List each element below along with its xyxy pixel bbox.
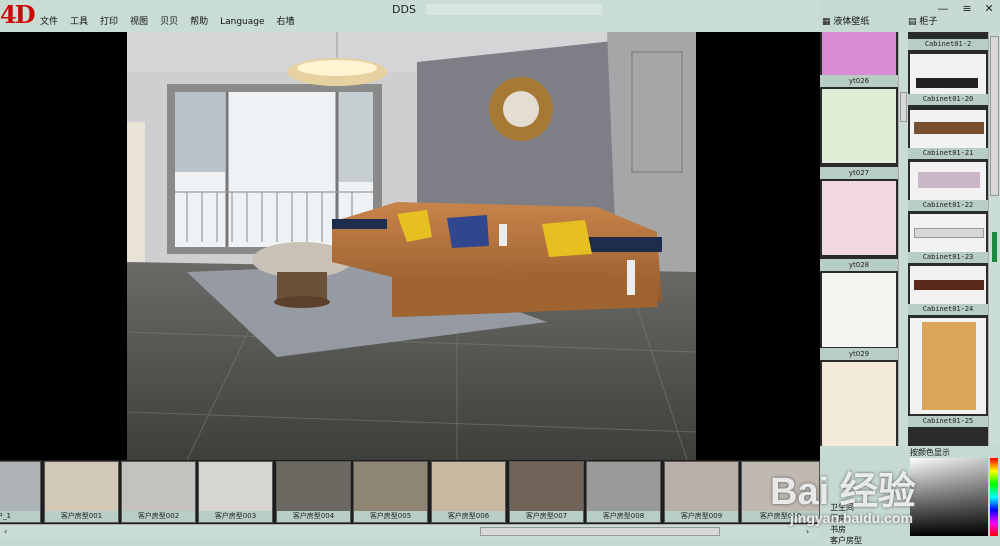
cabinet-thumb[interactable]	[910, 162, 986, 202]
cabinet-thumb[interactable]	[910, 266, 986, 306]
cabinet-label: Cabinet01-23	[908, 252, 988, 263]
wallpaper-panel-header: ▦ 液体壁纸	[820, 14, 904, 32]
room-tile[interactable]: 客户房型002	[121, 461, 196, 523]
scroll-indicator	[992, 232, 997, 262]
cabinet-thumb[interactable]	[910, 54, 986, 94]
cabinet-label: Cabinet01-24	[908, 304, 988, 315]
menu-bar: 文件 工具 打印 视图 贝贝 帮助 Language 右墙	[40, 16, 307, 28]
menu-language[interactable]: Language	[220, 16, 270, 28]
room-tile[interactable]: 客户房型007	[509, 461, 584, 523]
cabinet-label: Cabinet01-2	[908, 39, 988, 50]
menu-right-wall[interactable]: 右墙	[277, 16, 301, 28]
cabinet-list[interactable]: Cabinet01-2 Cabinet01-20 Cabinet01-21 Ca…	[908, 32, 988, 446]
menu-tools[interactable]: 工具	[70, 16, 94, 28]
wallpaper-label: yt028	[820, 259, 898, 271]
room-scroll-thumb[interactable]	[480, 527, 720, 536]
wallpaper-label: yt026	[820, 75, 898, 87]
living-room-scene	[127, 32, 696, 460]
cabinet-label: Cabinet01-20	[908, 94, 988, 105]
hue-slider[interactable]	[990, 458, 998, 536]
wallpaper-thumb[interactable]	[822, 273, 896, 347]
cabinet-thumb[interactable]	[910, 318, 986, 414]
color-panel: 按颜色显示	[908, 446, 1000, 538]
app-logo: 4D	[0, 0, 36, 29]
room-tile[interactable]: 客户房型004	[276, 461, 351, 523]
wallpaper-label: yt029	[820, 348, 898, 360]
room-label: 客户房型006	[432, 511, 505, 522]
window-title: DDS	[392, 3, 416, 16]
watermark-url: jingyan.baidu.com	[790, 510, 913, 526]
room-label: 客户房型002	[122, 511, 195, 522]
cabinet-label: Cabinet01-22	[908, 200, 988, 211]
room-tile[interactable]: 客户房型008	[586, 461, 661, 523]
wallpaper-icon: ▦	[822, 17, 831, 27]
cabinet-label: Cabinet01-25	[908, 416, 988, 427]
color-picker[interactable]	[910, 458, 988, 536]
wallpaper-list[interactable]: yt026 yt027 yt028 yt029	[820, 32, 898, 446]
wallpaper-thumb[interactable]	[822, 181, 896, 255]
menu-help[interactable]: 帮助	[190, 16, 214, 28]
room-label: 客户房型004	[277, 511, 350, 522]
room-label: 客户房型003	[199, 511, 272, 522]
room-label: 客户房型009	[665, 511, 738, 522]
room-tile[interactable]: 客户房型005	[353, 461, 428, 523]
cabinet-panel-title: 柜子	[919, 17, 938, 27]
menu-file[interactable]: 文件	[40, 16, 64, 28]
wallpaper-thumb[interactable]	[822, 362, 896, 446]
scroll-right-icon[interactable]: ›	[806, 527, 816, 536]
wallpaper-scroll-thumb[interactable]	[900, 92, 907, 122]
cabinet-icon: ▤	[908, 17, 917, 27]
room-scrollbar[interactable]: ‹ ›	[0, 524, 820, 538]
wallpaper-scrollbar[interactable]	[898, 32, 908, 446]
color-panel-title: 按颜色显示	[910, 448, 950, 457]
cabinet-scroll-thumb[interactable]	[990, 36, 999, 196]
watermark-brand: Bai 经验	[770, 471, 916, 513]
room-label: 客户房型005	[354, 511, 427, 522]
room-label: 客户房型001	[45, 511, 118, 522]
room-render[interactable]	[127, 32, 696, 460]
cabinet-panel-header: ▤ 柜子	[904, 14, 1000, 32]
wallpaper-thumb[interactable]	[822, 89, 896, 163]
scroll-left-icon[interactable]: ‹	[4, 527, 14, 536]
cabinet-scrollbar[interactable]	[988, 32, 1000, 446]
menu-beibei[interactable]: 贝贝	[160, 16, 184, 28]
wallpaper-thumb[interactable]	[822, 32, 896, 75]
room-tile[interactable]: 客户房型006	[431, 461, 506, 523]
cabinet-label: Cabinet01-21	[908, 148, 988, 159]
cabinet-thumb[interactable]	[910, 214, 986, 254]
room-label: 户_1	[0, 511, 40, 522]
cabinet-thumb[interactable]	[910, 110, 986, 150]
menu-print[interactable]: 打印	[100, 16, 124, 28]
room-tile[interactable]: 客户房型009	[664, 461, 739, 523]
category-item[interactable]: 客户房型	[830, 535, 862, 546]
title-redacted	[426, 4, 602, 15]
room-tile[interactable]: 客户房型001	[44, 461, 119, 523]
wallpaper-panel-title: 液体壁纸	[833, 17, 870, 27]
room-label: 客户房型007	[510, 511, 583, 522]
room-tile[interactable]: 客户房型003	[198, 461, 273, 523]
room-label: 客户房型008	[587, 511, 660, 522]
wallpaper-label: yt027	[820, 167, 898, 179]
menu-view[interactable]: 视图	[130, 16, 154, 28]
room-tile[interactable]: 户_1	[0, 461, 41, 523]
